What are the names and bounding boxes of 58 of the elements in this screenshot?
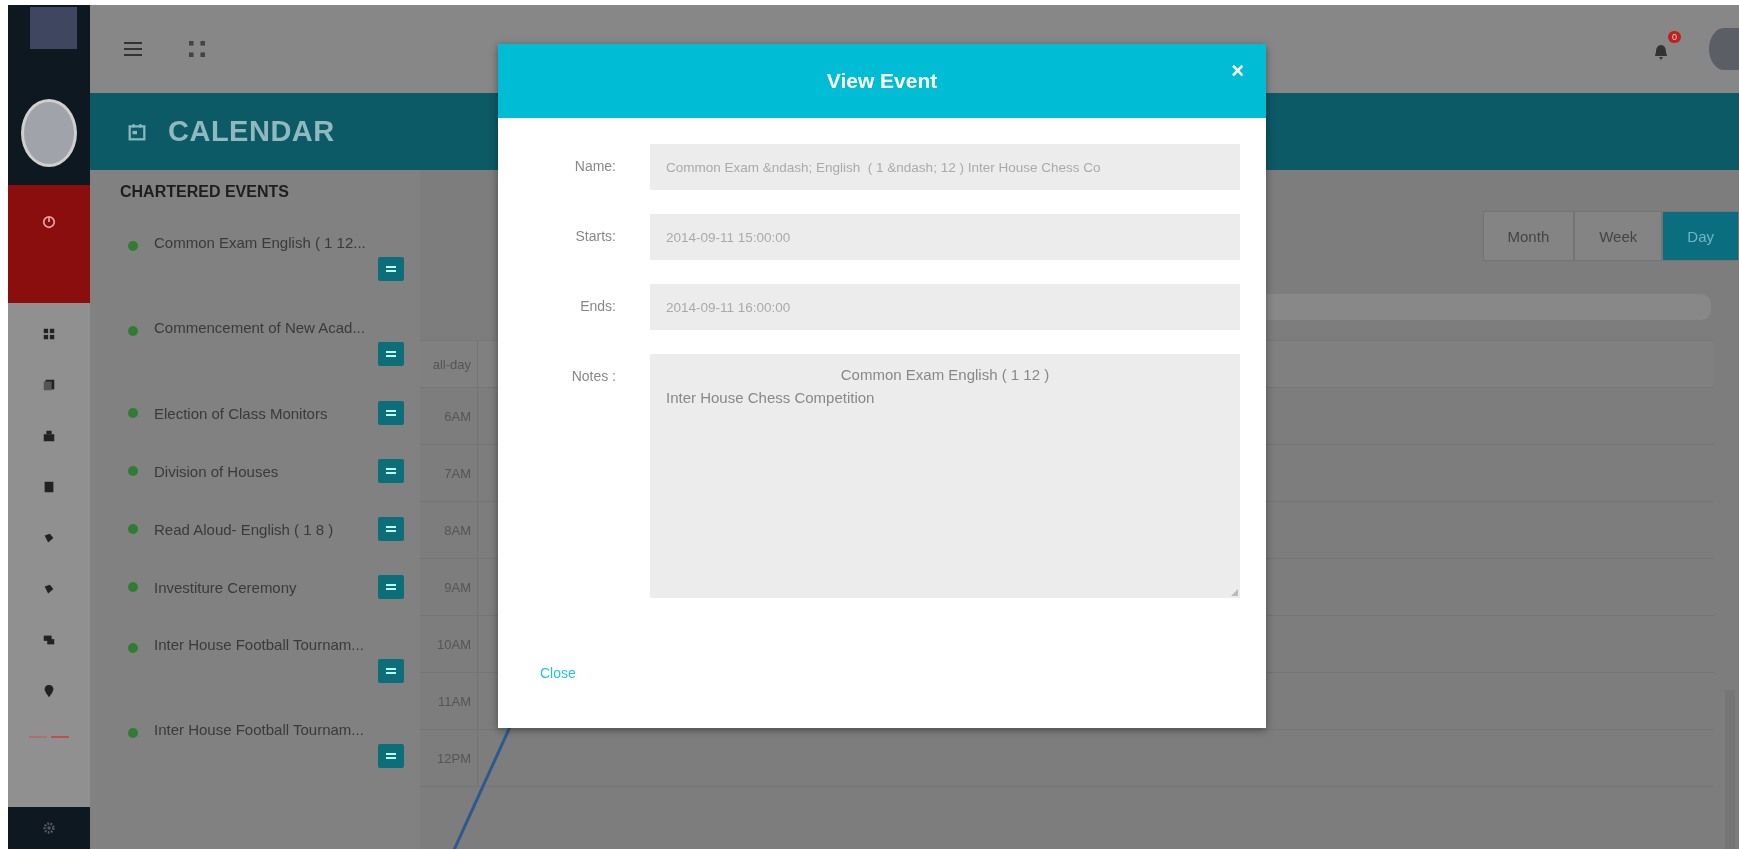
view-button[interactable] bbox=[378, 743, 404, 768]
event-name[interactable]: Inter House Football Tournam... bbox=[154, 720, 366, 738]
view-tab[interactable]: Month bbox=[1482, 211, 1575, 261]
lines-icon bbox=[386, 350, 396, 357]
dashboard-icon[interactable] bbox=[42, 327, 56, 341]
close-link[interactable]: Close bbox=[540, 665, 576, 681]
map-pin-icon[interactable] bbox=[42, 684, 56, 698]
grid-icon[interactable] bbox=[188, 41, 206, 57]
notebook-icon[interactable] bbox=[42, 480, 56, 494]
lines-icon bbox=[386, 468, 396, 474]
view-tab[interactable]: Week bbox=[1574, 211, 1663, 261]
view-button[interactable] bbox=[378, 575, 404, 599]
panel-heading: CHARTERED EVENTS bbox=[120, 182, 290, 202]
text-field[interactable]: 2014-09-11 16:00:00 bbox=[650, 284, 1240, 330]
lines-icon bbox=[386, 410, 396, 416]
view-button[interactable] bbox=[378, 658, 404, 683]
field-label: Name: bbox=[573, 157, 616, 174]
field-label: Ends: bbox=[579, 297, 616, 314]
event-name[interactable]: Common Exam English ( 1 12... bbox=[154, 233, 366, 251]
lines-icon bbox=[386, 667, 396, 674]
logo-mark-drawing bbox=[29, 735, 69, 739]
field-label: Starts: bbox=[574, 227, 616, 244]
close-button[interactable]: × bbox=[1227, 58, 1248, 84]
power-icon[interactable] bbox=[42, 215, 56, 229]
tag-icon[interactable] bbox=[42, 531, 56, 545]
lines-icon bbox=[386, 584, 396, 590]
event-name[interactable]: Inter House Football Tournam... bbox=[154, 635, 366, 653]
view-button[interactable] bbox=[378, 401, 404, 425]
view-tab[interactable]: Day bbox=[1662, 211, 1739, 261]
calendar-icon bbox=[128, 122, 146, 141]
menu-icon[interactable] bbox=[124, 41, 142, 57]
building-icon[interactable] bbox=[42, 429, 56, 443]
lines-icon bbox=[386, 265, 396, 272]
view-button[interactable] bbox=[378, 459, 404, 483]
settings-icon[interactable] bbox=[42, 821, 56, 835]
lines-icon bbox=[386, 526, 396, 532]
event-name[interactable]: Commencement of New Acad... bbox=[154, 318, 366, 336]
event-name[interactable]: Division of Houses bbox=[154, 462, 366, 480]
chat-icon[interactable] bbox=[42, 633, 56, 647]
page-title: CALENDAR bbox=[168, 115, 335, 148]
event-name[interactable]: Investiture Ceremony bbox=[154, 578, 366, 596]
tag-icon[interactable] bbox=[42, 582, 56, 596]
notes-field[interactable]: Common Exam English ( 1 12 ) Inter House Chess Competition bbox=[650, 354, 1240, 598]
view-button[interactable] bbox=[378, 517, 404, 541]
bell-icon[interactable] bbox=[1653, 43, 1669, 61]
modal-title: View Event bbox=[826, 69, 938, 93]
notification-badge: 0 bbox=[1668, 31, 1681, 43]
field-label: Notes : bbox=[570, 367, 616, 384]
resize-grip-icon bbox=[1231, 589, 1238, 596]
view-button[interactable] bbox=[378, 256, 404, 281]
document-icon[interactable] bbox=[42, 378, 56, 392]
text-field[interactable]: Common Exam &ndash; English ( 1 &ndash; 12 ) Inter House Chess Co bbox=[650, 144, 1240, 190]
view-button[interactable] bbox=[378, 341, 404, 366]
lines-icon bbox=[386, 752, 396, 759]
event-name[interactable]: Read Aloud- English ( 1 8 ) bbox=[154, 520, 366, 538]
event-name[interactable]: Election of Class Monitors bbox=[154, 404, 366, 422]
text-field[interactable]: 2014-09-11 15:00:00 bbox=[650, 214, 1240, 260]
redacted-block bbox=[30, 7, 77, 49]
